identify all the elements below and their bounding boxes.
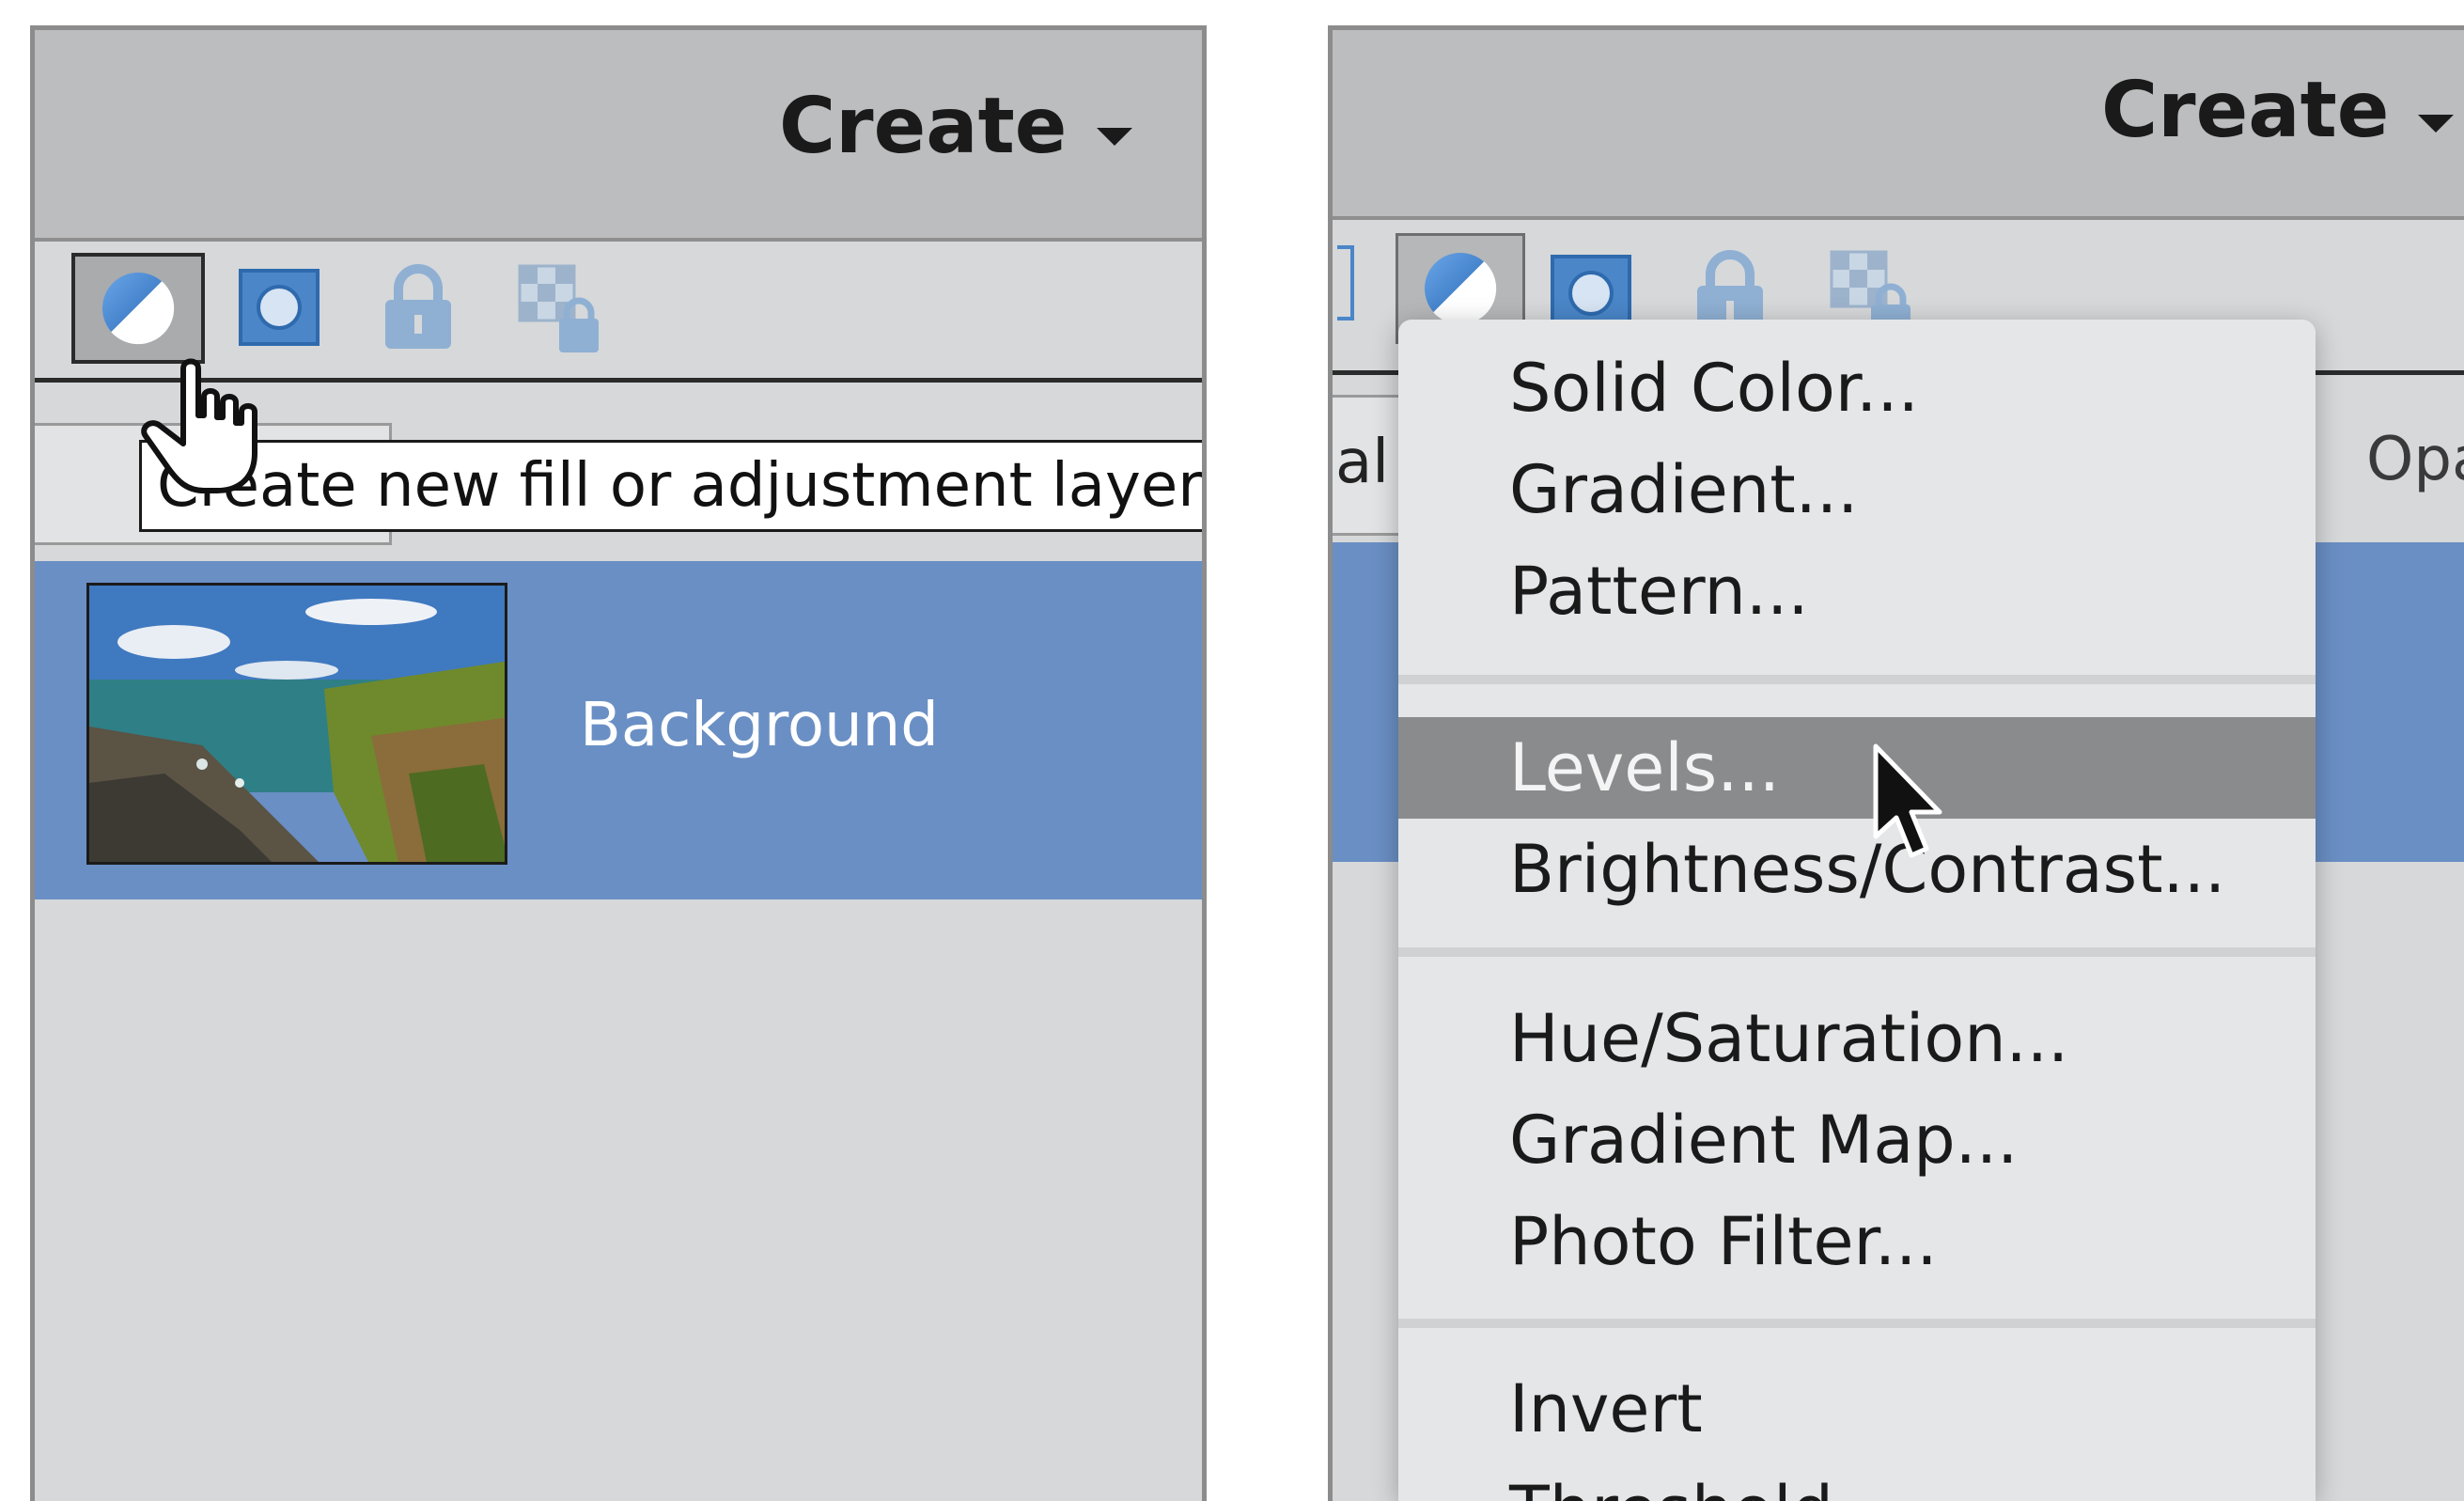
create-menu-button[interactable]: Create (779, 88, 1067, 165)
lock-icon (385, 264, 451, 349)
tooltip: Create new fill or adjustment layer (139, 440, 1202, 532)
layers-panel-left: Create Background Create new fill or adj… (30, 25, 1207, 1501)
hand-cursor-icon (141, 358, 257, 493)
blend-mode-label: al (1335, 428, 1389, 497)
layer-mask-button[interactable] (232, 260, 326, 354)
arrow-cursor-icon (1873, 743, 1942, 858)
layer-name: Background (580, 691, 939, 760)
opacity-label: Opa (2366, 425, 2464, 494)
lock-transparency-button[interactable] (514, 260, 608, 358)
menu-item-gradient[interactable]: Gradient... (1398, 439, 2316, 540)
layer-mask-icon (239, 269, 320, 346)
create-menu-button[interactable]: Create (2101, 72, 2389, 149)
fill-adjustment-menu: Solid Color... Gradient... Pattern... Le… (1398, 320, 2316, 1501)
menu-item-hue-saturation[interactable]: Hue/Saturation... (1398, 988, 2316, 1089)
menu-item-invert[interactable]: Invert (1398, 1358, 2316, 1460)
blend-mode-select[interactable]: al (1333, 395, 1408, 536)
caret-down-icon[interactable] (2418, 115, 2454, 133)
lock-transparency-icon (518, 264, 599, 352)
panel-header: Create (1333, 30, 2464, 220)
lock-all-button[interactable] (373, 258, 463, 356)
menu-separator (1398, 1319, 2316, 1328)
layer-visibility-button[interactable] (1333, 241, 1359, 325)
menu-item-brightness-contrast[interactable]: Brightness/Contrast... (1398, 819, 2316, 920)
caret-down-icon[interactable] (1097, 128, 1132, 146)
menu-item-pattern[interactable]: Pattern... (1398, 540, 2316, 642)
menu-item-gradient-map[interactable]: Gradient Map... (1398, 1089, 2316, 1191)
partial-icon (1337, 245, 1354, 321)
menu-item-photo-filter[interactable]: Photo Filter... (1398, 1191, 2316, 1292)
adjustment-layer-button[interactable] (71, 253, 205, 364)
coastal-landscape-image (89, 586, 505, 862)
adjustment-layer-icon (102, 273, 175, 345)
panel-header: Create (35, 30, 1202, 242)
menu-item-levels[interactable]: Levels... (1398, 717, 2316, 819)
layer-thumbnail (86, 583, 507, 865)
menu-item-solid-color[interactable]: Solid Color... (1398, 337, 2316, 439)
menu-separator (1398, 675, 2316, 684)
menu-item-threshold[interactable]: Threshold... (1398, 1460, 2316, 1501)
menu-separator (1398, 947, 2316, 957)
adjustment-layer-icon (1425, 253, 1497, 325)
layer-row-background[interactable]: Background (35, 561, 1202, 899)
